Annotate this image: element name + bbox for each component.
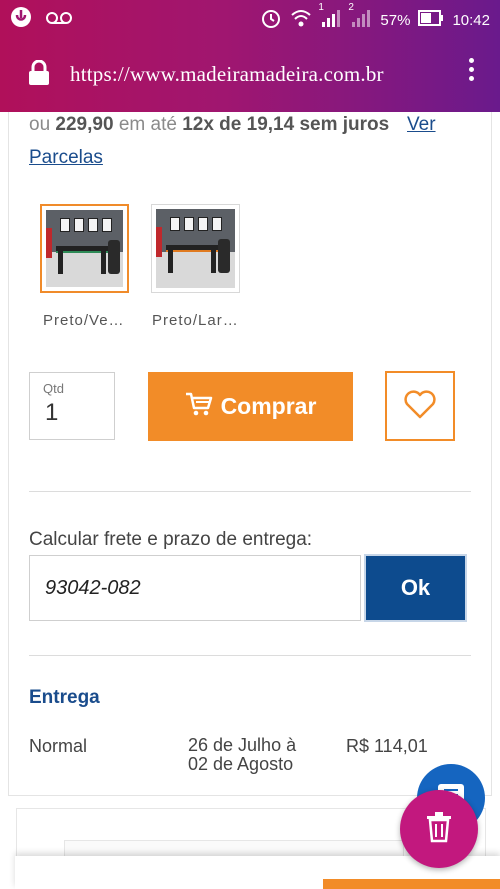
ver-parcelas-link-cont[interactable]: Parcelas — [29, 147, 103, 169]
cep-ok-button[interactable]: Ok — [364, 554, 467, 622]
delivery-section-title: Entrega — [29, 687, 100, 708]
delivery-price: R$ 114,01 — [346, 736, 428, 756]
variant-thumbnail — [46, 210, 123, 287]
sim2-label: 2 — [348, 2, 354, 13]
price-amount: 229,90 — [55, 114, 114, 135]
sticky-buy-button[interactable] — [323, 879, 500, 889]
overflow-menu-icon[interactable] — [469, 58, 474, 81]
sim1-label: 1 — [318, 2, 324, 13]
wishlist-button[interactable] — [385, 371, 455, 441]
trash-button[interactable] — [400, 790, 478, 868]
price-until: em até — [118, 114, 177, 135]
alarm-icon — [260, 7, 282, 33]
trash-icon — [425, 811, 453, 848]
delivery-type: Normal — [29, 736, 88, 756]
divider — [29, 655, 471, 656]
installment-info: ou 229,90 em até 12x de 19,14 sem juros — [29, 114, 389, 136]
notification-icon — [10, 6, 32, 33]
cep-input[interactable]: 93042-082 — [29, 555, 361, 621]
delivery-date: 26 de Julho à 02 de Agosto — [188, 736, 328, 774]
variant-label[interactable]: Preto/Lar… — [152, 312, 239, 329]
buy-button[interactable]: Comprar — [148, 372, 353, 441]
variant-option-preto-laranja[interactable] — [151, 204, 240, 293]
status-bar: 1 2 57% 10:42 — [0, 0, 500, 34]
quantity-label: Qtd — [43, 381, 64, 396]
lock-icon — [28, 59, 50, 91]
sim2-signal-icon: 2 — [348, 2, 372, 32]
price-prefix: ou — [29, 114, 51, 135]
delivery-date-line2: 02 de Agosto — [188, 754, 294, 774]
voicemail-icon — [46, 9, 72, 30]
installments-text: 12x de 19,14 sem juros — [182, 114, 390, 135]
clock: 10:42 — [452, 11, 490, 29]
quantity-field[interactable]: Qtd 1 — [29, 372, 115, 440]
divider — [29, 491, 471, 492]
ver-parcelas-link[interactable]: Ver — [407, 114, 436, 136]
cep-value[interactable]: 93042-082 — [45, 577, 141, 600]
battery-percent: 57% — [380, 11, 411, 29]
variant-label[interactable]: Preto/Ve… — [43, 312, 125, 329]
wifi-icon — [290, 8, 312, 32]
variant-thumbnail — [156, 209, 235, 288]
cart-icon — [185, 391, 213, 423]
delivery-date-line1: 26 de Julho à — [188, 735, 297, 755]
battery-icon — [418, 10, 444, 30]
browser-top-bar: 1 2 57% 10:42 https://www.madeiramadeira… — [0, 0, 500, 112]
buy-label: Comprar — [220, 393, 317, 419]
sim1-signal-icon: 1 — [318, 2, 342, 32]
url-text[interactable]: https://www.madeiramadeira.com.br — [70, 62, 415, 87]
heart-icon — [403, 389, 437, 423]
quantity-value[interactable]: 1 — [45, 399, 58, 427]
address-bar[interactable]: https://www.madeiramadeira.com.br — [0, 50, 500, 96]
variant-option-preto-verde[interactable] — [40, 204, 129, 293]
shipping-calc-label: Calcular frete e prazo de entrega: — [29, 529, 313, 550]
